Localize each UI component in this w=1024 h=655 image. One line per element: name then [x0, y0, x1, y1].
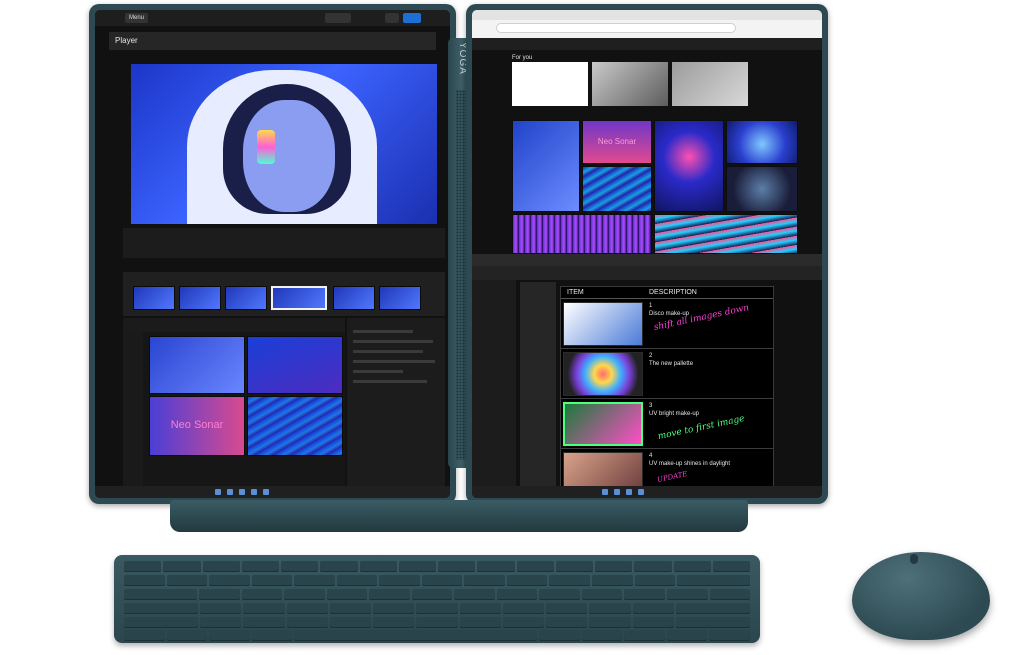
timeline-clip[interactable]: [179, 286, 221, 310]
gallery-header: [472, 38, 822, 50]
media-thumb[interactable]: [247, 396, 343, 456]
left-screen-content: Menu Player Neo Sonar: [95, 10, 450, 498]
app-icon[interactable]: [626, 489, 632, 495]
neo-sonar-text: Neo Sonar: [170, 419, 224, 431]
row-image: [563, 402, 643, 446]
left-titlebar: Menu: [95, 10, 450, 26]
property-row: [353, 360, 435, 363]
media-sidebar[interactable]: [123, 332, 143, 488]
right-taskbar: [472, 486, 822, 498]
app-icon[interactable]: [614, 489, 620, 495]
featured-card[interactable]: [512, 62, 588, 106]
timeline-clip[interactable]: [379, 286, 421, 310]
timeline-clip[interactable]: [333, 286, 375, 310]
right-screen-content: For you Neo Sonar ITEM DESCRIPTION 1 Dis…: [472, 10, 822, 498]
left-taskbar: [95, 486, 450, 498]
table-row: 2 The new pallette: [561, 349, 773, 399]
browser-tabs[interactable]: [472, 10, 822, 20]
gallery-photo[interactable]: [512, 214, 652, 254]
app-icon[interactable]: [263, 489, 269, 495]
keyboard[interactable]: [114, 555, 760, 643]
row-number: 1: [649, 303, 653, 309]
row-description: UV make-up shines in daylight: [649, 461, 731, 467]
right-display: For you Neo Sonar ITEM DESCRIPTION 1 Dis…: [466, 4, 828, 504]
device-stand: [170, 500, 748, 532]
key-row: [124, 589, 751, 600]
property-row: [353, 380, 427, 383]
document-page[interactable]: ITEM DESCRIPTION 1 Disco make-up 2 The n…: [560, 286, 774, 496]
scroll-wheel[interactable]: [910, 554, 918, 564]
table-header: ITEM DESCRIPTION: [561, 287, 773, 299]
page-thumbnails[interactable]: [520, 282, 556, 492]
property-row: [353, 340, 433, 343]
row-image: [563, 302, 643, 346]
photo-gallery: Neo Sonar: [512, 120, 798, 258]
app-icon[interactable]: [239, 489, 245, 495]
app-icon[interactable]: [227, 489, 233, 495]
gallery-photo[interactable]: Neo Sonar: [582, 120, 652, 164]
export-button[interactable]: [403, 13, 421, 23]
gallery-photo[interactable]: [654, 214, 798, 254]
photo-card[interactable]: [672, 62, 748, 106]
media-grid: Neo Sonar: [143, 332, 345, 488]
row-number: 2: [649, 353, 653, 359]
timeline-clip[interactable]: [225, 286, 267, 310]
media-toolbar[interactable]: [123, 318, 345, 332]
document-sidebar[interactable]: [472, 280, 516, 498]
media-thumb[interactable]: [247, 336, 343, 394]
key-row: [124, 617, 751, 628]
gallery-photo[interactable]: [512, 120, 580, 212]
glitter: [257, 130, 275, 164]
menu-button[interactable]: Menu: [125, 13, 149, 23]
key-row: [124, 575, 751, 586]
player-title: Player: [115, 36, 138, 45]
timeline[interactable]: [123, 272, 445, 316]
key-row: [124, 630, 750, 641]
app-icon[interactable]: [251, 489, 257, 495]
row-description: UV bright make-up: [649, 411, 700, 417]
address-bar[interactable]: [496, 23, 736, 33]
start-icon[interactable]: [215, 489, 221, 495]
property-row: [353, 350, 423, 353]
gallery-photo[interactable]: [726, 166, 798, 212]
property-row: [353, 370, 403, 373]
row-image: [563, 352, 643, 396]
browser-chrome: [472, 10, 822, 38]
row-description: The new pallette: [649, 361, 694, 367]
document-toolbar[interactable]: [472, 266, 822, 280]
timeline-clip[interactable]: [133, 286, 175, 310]
column-header: ITEM: [567, 289, 584, 296]
timeline-clip-selected[interactable]: [271, 286, 327, 310]
toolbar-chip[interactable]: [325, 13, 351, 23]
player-header: Player: [109, 32, 436, 50]
media-thumb[interactable]: [149, 336, 245, 394]
media-thumb[interactable]: Neo Sonar: [149, 396, 245, 456]
document-titlebar: [472, 254, 822, 266]
left-display: Menu Player Neo Sonar: [89, 4, 456, 504]
neo-sonar-text: Neo Sonar: [597, 137, 637, 146]
properties-panel: [347, 318, 445, 488]
gallery-photo[interactable]: [726, 120, 798, 164]
speaker-grille: [456, 90, 466, 460]
gallery-photo[interactable]: [582, 166, 652, 212]
app-icon[interactable]: [638, 489, 644, 495]
row-number: 4: [649, 453, 653, 459]
gallery-photo[interactable]: [654, 120, 724, 212]
start-icon[interactable]: [602, 489, 608, 495]
row-number: 3: [649, 403, 653, 409]
property-row: [353, 330, 413, 333]
playback-controls[interactable]: [123, 228, 445, 258]
photo-card[interactable]: [592, 62, 668, 106]
mouse[interactable]: [852, 552, 990, 640]
column-header: DESCRIPTION: [649, 289, 697, 296]
for-you-heading: For you: [512, 55, 533, 61]
video-preview[interactable]: [131, 64, 437, 224]
key-row: [124, 561, 750, 572]
toolbar-chip[interactable]: [385, 13, 399, 23]
key-row: [124, 603, 751, 614]
